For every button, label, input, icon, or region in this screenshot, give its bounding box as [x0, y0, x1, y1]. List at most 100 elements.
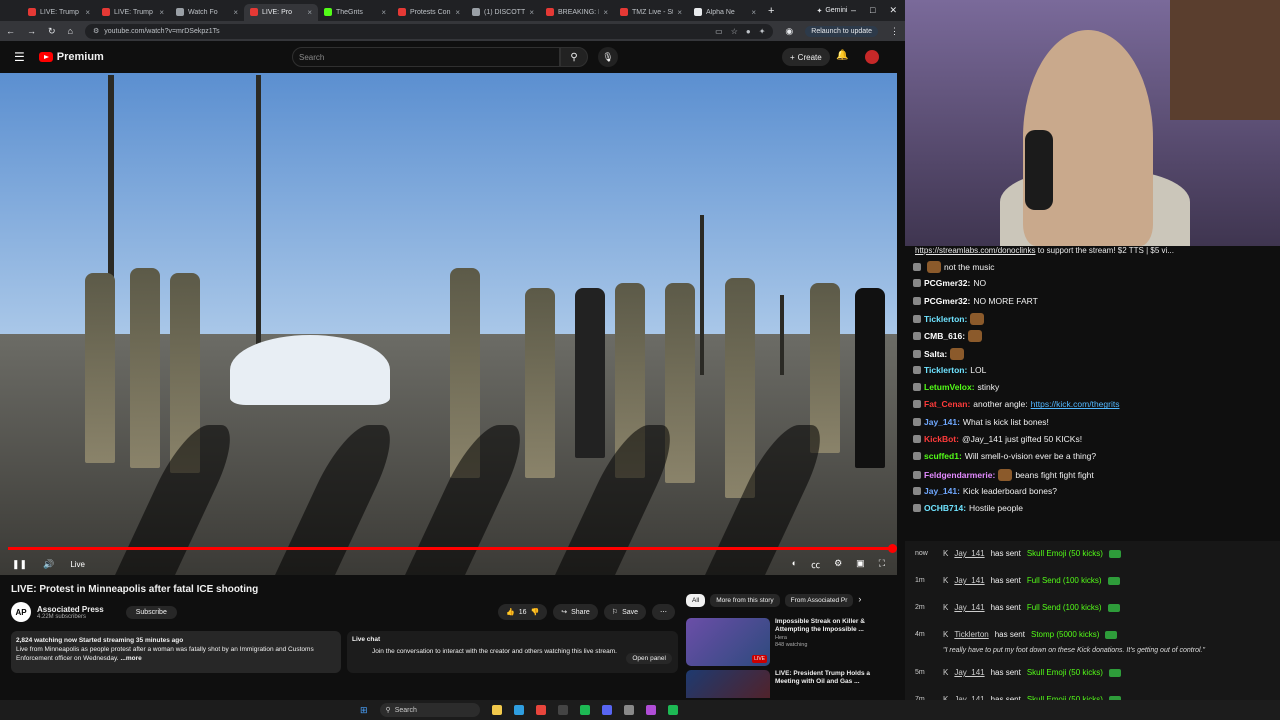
search-input[interactable]: Search — [292, 47, 560, 67]
recommendation-thumbnail[interactable] — [686, 670, 770, 698]
microphone-icon[interactable]: 🎙 — [598, 47, 618, 67]
close-tab-icon[interactable]: × — [381, 8, 386, 17]
browser-tab[interactable]: (1) DISCOTT × — [466, 4, 540, 21]
gift-user[interactable]: Jay_141 — [954, 549, 984, 558]
fullscreen-icon[interactable]: ⛶ — [879, 558, 885, 571]
channel-avatar[interactable]: AP — [11, 602, 31, 622]
relaunch-button[interactable]: Relaunch to update — [805, 25, 878, 37]
chat-username[interactable]: Salta: — [924, 349, 947, 359]
gift-user[interactable]: Jay_141 — [954, 603, 984, 612]
maximize-icon[interactable]: □ — [870, 5, 875, 16]
chip-from-channel[interactable]: From Associated Pr — [784, 594, 854, 607]
account-avatar[interactable] — [865, 50, 879, 64]
chat-username[interactable]: LetumVelox: — [924, 382, 975, 392]
app-icon[interactable] — [645, 705, 656, 715]
close-tab-icon[interactable]: × — [85, 8, 90, 17]
extension-icon[interactable]: ● — [746, 27, 751, 36]
chat-username[interactable]: OCHB714: — [924, 503, 966, 513]
url-input[interactable]: ⚙ youtube.com/watch?v=mrDSekpz1Ts ▭ ☆ ● … — [84, 23, 774, 39]
gemini-button[interactable]: ✦ Gemini — [816, 7, 847, 15]
chip-more-from-story[interactable]: More from this story — [710, 594, 780, 607]
reload-icon[interactable]: ↻ — [48, 26, 56, 37]
close-tab-icon[interactable]: × — [603, 8, 608, 17]
chevron-right-icon[interactable]: › — [858, 594, 861, 607]
back-icon[interactable]: ← — [6, 26, 15, 36]
channel-name[interactable]: Associated Press — [37, 605, 104, 614]
browser-tab[interactable]: TheGrits × — [318, 4, 392, 21]
close-tab-icon[interactable]: × — [529, 8, 534, 17]
recommendation-item[interactable]: LIVE Impossible Streak on Killer & Attem… — [686, 618, 896, 666]
live-indicator[interactable]: Live — [70, 560, 85, 569]
video-player[interactable] — [0, 73, 897, 575]
browser-tab[interactable]: LIVE: Trump × — [22, 4, 96, 21]
open-panel-button[interactable]: Open panel — [626, 653, 672, 664]
donation-link[interactable]: https://streamlabs.com/donoclinks — [915, 246, 1036, 255]
site-info-icon[interactable]: ⚙ — [93, 27, 99, 35]
close-tab-icon[interactable]: × — [233, 8, 238, 17]
chat-username[interactable]: Ticklerton: — [924, 314, 967, 324]
subscribe-button[interactable]: Subscribe — [125, 605, 177, 619]
puzzle-icon[interactable]: ✦ — [759, 27, 766, 36]
file-explorer-icon[interactable] — [491, 705, 502, 715]
discord-icon[interactable] — [601, 705, 612, 715]
create-button[interactable]: + Create — [782, 48, 830, 66]
forward-icon[interactable]: → — [27, 26, 36, 36]
notifications-bell-icon[interactable]: 🔔 — [836, 50, 848, 61]
minimize-icon[interactable]: – — [851, 5, 856, 16]
browser-tab[interactable]: LIVE: Trump a × — [96, 4, 170, 21]
description-more[interactable]: ...more — [120, 655, 141, 662]
hamburger-menu-icon[interactable]: ☰ — [14, 50, 25, 64]
browser-tab[interactable]: LIVE: Pro × — [244, 3, 318, 21]
star-icon[interactable]: ☆ — [731, 27, 738, 36]
chrome-icon[interactable] — [535, 705, 546, 715]
chat-username[interactable]: Jay_141: — [924, 486, 960, 496]
app-icon[interactable] — [667, 705, 678, 715]
browser-tab[interactable]: TMZ Live - St × — [614, 4, 688, 21]
close-tab-icon[interactable]: × — [159, 8, 164, 17]
close-tab-icon[interactable]: × — [455, 8, 460, 17]
chat-username[interactable]: PCGmer32: — [924, 296, 970, 306]
new-tab-icon[interactable]: + — [768, 5, 774, 17]
start-icon[interactable]: ⊞ — [360, 705, 368, 716]
save-button[interactable]: ⚐ Save — [603, 604, 647, 620]
browser-tab[interactable]: BREAKING: L × — [540, 4, 614, 21]
search-icon[interactable]: ⚲ — [560, 47, 588, 67]
description-box[interactable]: 2,824 watching now Started streaming 35 … — [11, 631, 341, 673]
chat-username[interactable]: Fat_Cenan: — [924, 399, 970, 409]
share-button[interactable]: ↪ Share — [553, 604, 598, 620]
video-progress-bar[interactable] — [8, 544, 897, 553]
close-tab-icon[interactable]: × — [751, 8, 756, 17]
youtube-logo[interactable]: Premium — [38, 51, 104, 63]
recommendation-title[interactable]: Impossible Streak on Killer & Attempting… — [775, 618, 896, 635]
browser-tab[interactable]: Protests Con × — [392, 4, 466, 21]
browser-tab[interactable]: Alpha Ne × — [688, 4, 762, 21]
recommendation-thumbnail[interactable]: LIVE — [686, 618, 770, 666]
home-icon[interactable]: ⌂ — [68, 26, 73, 36]
like-button[interactable]: 👍 16 👎 — [498, 604, 548, 620]
chip-all[interactable]: All — [686, 594, 706, 607]
chat-username[interactable]: Feldgendarmerie: — [924, 470, 995, 480]
taskbar-search-input[interactable]: ⚲ Search — [379, 703, 480, 717]
chat-username[interactable]: Jay_141: — [924, 417, 960, 427]
close-tab-icon[interactable]: × — [307, 8, 312, 17]
chat-username[interactable]: Ticklerton: — [924, 365, 967, 375]
recommendation-title[interactable]: LIVE: President Trump Holds a Meeting wi… — [775, 670, 896, 687]
volume-icon[interactable]: 🔊 — [43, 559, 54, 570]
chat-username[interactable]: PCGmer32: — [924, 278, 970, 288]
profile-icon[interactable]: ◉ — [785, 26, 793, 37]
more-actions-button[interactable]: ⋯ — [652, 604, 676, 620]
thumbs-down-icon[interactable]: 👎 — [531, 608, 540, 616]
pause-icon[interactable]: ❚❚ — [12, 559, 27, 570]
spotify-icon[interactable] — [579, 705, 590, 715]
chat-link[interactable]: https://kick.com/thegrits — [1031, 399, 1120, 409]
progress-knob[interactable] — [888, 544, 897, 553]
miniplayer-icon[interactable]: ▣ — [856, 558, 865, 571]
chat-username[interactable]: KickBot: — [924, 434, 959, 444]
menu-icon[interactable]: ⋮ — [890, 26, 899, 37]
chat-username[interactable]: CMB_616: — [924, 331, 965, 341]
gift-user[interactable]: Jay_141 — [954, 576, 984, 585]
gift-user[interactable]: Jay_141 — [954, 668, 984, 677]
chat-username[interactable]: scuffed1: — [924, 451, 962, 461]
gift-user[interactable]: Ticklerton — [954, 630, 988, 639]
edge-icon[interactable] — [513, 705, 524, 715]
